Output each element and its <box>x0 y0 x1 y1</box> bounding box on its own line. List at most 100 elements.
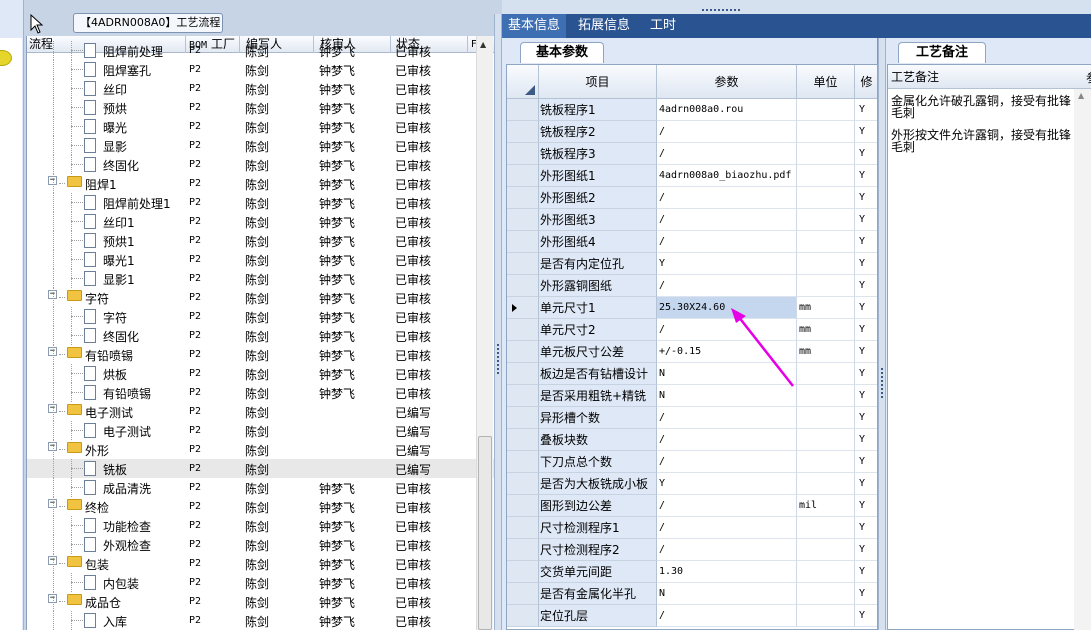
param-row[interactable]: 铣板程序2/ Y <box>507 121 877 143</box>
param-row[interactable]: 外形图纸3/ Y <box>507 209 877 231</box>
col-item-header[interactable]: 项目 <box>539 65 657 99</box>
param-flag-cell[interactable]: Y <box>855 473 877 495</box>
param-row[interactable]: 是否为大板铣成小板 Y Y <box>507 473 877 495</box>
scroll-up-icon[interactable]: ▲ <box>480 40 486 49</box>
param-value-cell[interactable]: / <box>657 231 797 253</box>
param-value-cell[interactable]: / <box>657 517 797 539</box>
param-row[interactable]: 单元板尺寸公差 +/-0.15 mm Y <box>507 341 877 363</box>
param-flag-cell[interactable]: Y <box>855 253 877 275</box>
row-indicator[interactable] <box>507 407 539 429</box>
param-flag-cell[interactable]: Y <box>855 385 877 407</box>
param-value-cell[interactable]: / <box>657 539 797 561</box>
param-flag-cell[interactable]: Y <box>855 517 877 539</box>
param-unit-cell[interactable] <box>797 143 855 165</box>
col-flag-header[interactable]: 修 <box>855 65 877 99</box>
row-indicator[interactable] <box>507 495 539 517</box>
row-indicator[interactable] <box>507 253 539 275</box>
param-flag-cell[interactable]: Y <box>855 539 877 561</box>
param-row[interactable]: 尺寸检测程序1/ Y <box>507 517 877 539</box>
param-flag-cell[interactable]: Y <box>855 363 877 385</box>
tab-work-hours[interactable]: 工时 <box>644 14 682 38</box>
tree-row[interactable]: 烘板 P2 陈剑 钟梦飞 已审核 <box>27 364 494 383</box>
param-unit-cell[interactable] <box>797 451 855 473</box>
row-indicator[interactable] <box>507 583 539 605</box>
tree-row[interactable]: 有铅喷锡 P2 陈剑 钟梦飞 已审核 <box>27 383 494 402</box>
row-indicator[interactable] <box>507 363 539 385</box>
notes-scrollbar[interactable]: ▲ <box>1074 89 1091 630</box>
param-row[interactable]: 是否有金属化半孔 N Y <box>507 583 877 605</box>
param-value-cell[interactable]: / <box>657 495 797 517</box>
tree-row[interactable]: 电子测试 P2 陈剑 已编写 <box>27 421 494 440</box>
param-flag-cell[interactable]: Y <box>855 583 877 605</box>
tree-scrollbar[interactable]: ▲ <box>476 36 493 630</box>
param-flag-cell[interactable]: Y <box>855 99 877 121</box>
param-row[interactable]: 外形露铜图纸 / Y <box>507 275 877 297</box>
tree-row[interactable]: − 包装 P2 陈剑 钟梦飞 已审核 <box>27 554 494 573</box>
tree-row[interactable]: 预烘 P2 陈剑 钟梦飞 已审核 <box>27 98 494 117</box>
tree-row[interactable]: 曝光 P2 陈剑 钟梦飞 已审核 <box>27 117 494 136</box>
tree-row[interactable]: 预烘1 P2 陈剑 钟梦飞 已审核 <box>27 231 494 250</box>
param-flag-cell[interactable]: Y <box>855 165 877 187</box>
tree-row[interactable]: 显影1 P2 陈剑 钟梦飞 已审核 <box>27 269 494 288</box>
row-indicator[interactable] <box>507 539 539 561</box>
param-unit-cell[interactable] <box>797 539 855 561</box>
param-unit-cell[interactable] <box>797 407 855 429</box>
left-splitter[interactable] <box>494 14 502 630</box>
tree-row[interactable]: 成品清洗 P2 陈剑 钟梦飞 已审核 <box>27 478 494 497</box>
tab-basic-info[interactable]: 基本信息 <box>502 14 567 38</box>
param-row[interactable]: 外形图纸2/ Y <box>507 187 877 209</box>
param-unit-cell[interactable] <box>797 121 855 143</box>
tree-row[interactable]: 丝印 P2 陈剑 钟梦飞 已审核 <box>27 79 494 98</box>
param-unit-cell[interactable]: mil <box>797 495 855 517</box>
param-row[interactable]: 铣板程序1 4adrn008a0.rou Y <box>507 99 877 121</box>
param-value-cell[interactable]: Y <box>657 253 797 275</box>
param-row[interactable]: 是否采用粗铣+精铣 N Y <box>507 385 877 407</box>
tree-row[interactable]: 终固化 P2 陈剑 钟梦飞 已审核 <box>27 326 494 345</box>
tree-row[interactable]: 阻焊前处理1 P2 陈剑 钟梦飞 已审核 <box>27 193 494 212</box>
param-flag-cell[interactable]: Y <box>855 319 877 341</box>
param-row[interactable]: 交货单元间距 1.30 Y <box>507 561 877 583</box>
tree-row[interactable]: − 外形 P2 陈剑 已编写 <box>27 440 494 459</box>
row-indicator[interactable] <box>507 451 539 473</box>
param-row[interactable]: 外形图纸1 4adrn008a0_biaozhu.pdf Y <box>507 165 877 187</box>
tree-row[interactable]: − 终检 P2 陈剑 钟梦飞 已审核 <box>27 497 494 516</box>
param-unit-cell[interactable] <box>797 209 855 231</box>
param-unit-cell[interactable] <box>797 99 855 121</box>
tree-row[interactable]: 显影 P2 陈剑 钟梦飞 已审核 <box>27 136 494 155</box>
param-value-cell[interactable]: +/-0.15 <box>657 341 797 363</box>
row-indicator[interactable] <box>507 517 539 539</box>
subtab-process-notes[interactable]: 工艺备注 <box>898 42 986 63</box>
param-value-cell[interactable]: N <box>657 385 797 407</box>
col-unit-header[interactable]: 单位 <box>797 65 855 99</box>
param-unit-cell[interactable]: mm <box>797 319 855 341</box>
param-unit-cell[interactable] <box>797 187 855 209</box>
param-value-cell[interactable]: 4adrn008a0_biaozhu.pdf <box>657 165 797 187</box>
param-row[interactable]: 叠板块数 / Y <box>507 429 877 451</box>
param-row[interactable]: 尺寸检测程序2/ Y <box>507 539 877 561</box>
scroll-up-icon[interactable]: ▲ <box>1078 91 1084 100</box>
row-indicator[interactable] <box>507 319 539 341</box>
param-flag-cell[interactable]: Y <box>855 297 877 319</box>
subtab-basic-params[interactable]: 基本参数 <box>520 42 604 63</box>
tree-row[interactable]: 丝印1 P2 陈剑 钟梦飞 已审核 <box>27 212 494 231</box>
tree-row[interactable]: 外观检查 P2 陈剑 钟梦飞 已审核 <box>27 535 494 554</box>
row-indicator[interactable] <box>507 209 539 231</box>
param-flag-cell[interactable]: Y <box>855 209 877 231</box>
row-indicator[interactable] <box>507 429 539 451</box>
notes-text[interactable]: 金属化允许破孔露铜，接受有批锋毛刺 外形按文件允许露铜，接受有批锋毛刺 <box>891 95 1077 163</box>
param-value-cell[interactable]: / <box>657 451 797 473</box>
param-flag-cell[interactable]: Y <box>855 275 877 297</box>
param-unit-cell[interactable] <box>797 165 855 187</box>
param-value-cell[interactable]: / <box>657 275 797 297</box>
param-unit-cell[interactable] <box>797 517 855 539</box>
param-row[interactable]: 单元尺寸2/mm Y <box>507 319 877 341</box>
param-row[interactable]: 下刀点总个数 / Y <box>507 451 877 473</box>
param-flag-cell[interactable]: Y <box>855 341 877 363</box>
param-flag-cell[interactable]: Y <box>855 231 877 253</box>
row-indicator[interactable] <box>507 473 539 495</box>
tree-row[interactable]: 终固化 P2 陈剑 钟梦飞 已审核 <box>27 155 494 174</box>
param-unit-cell[interactable] <box>797 385 855 407</box>
row-indicator[interactable] <box>507 231 539 253</box>
param-unit-cell[interactable] <box>797 231 855 253</box>
row-indicator[interactable] <box>507 341 539 363</box>
